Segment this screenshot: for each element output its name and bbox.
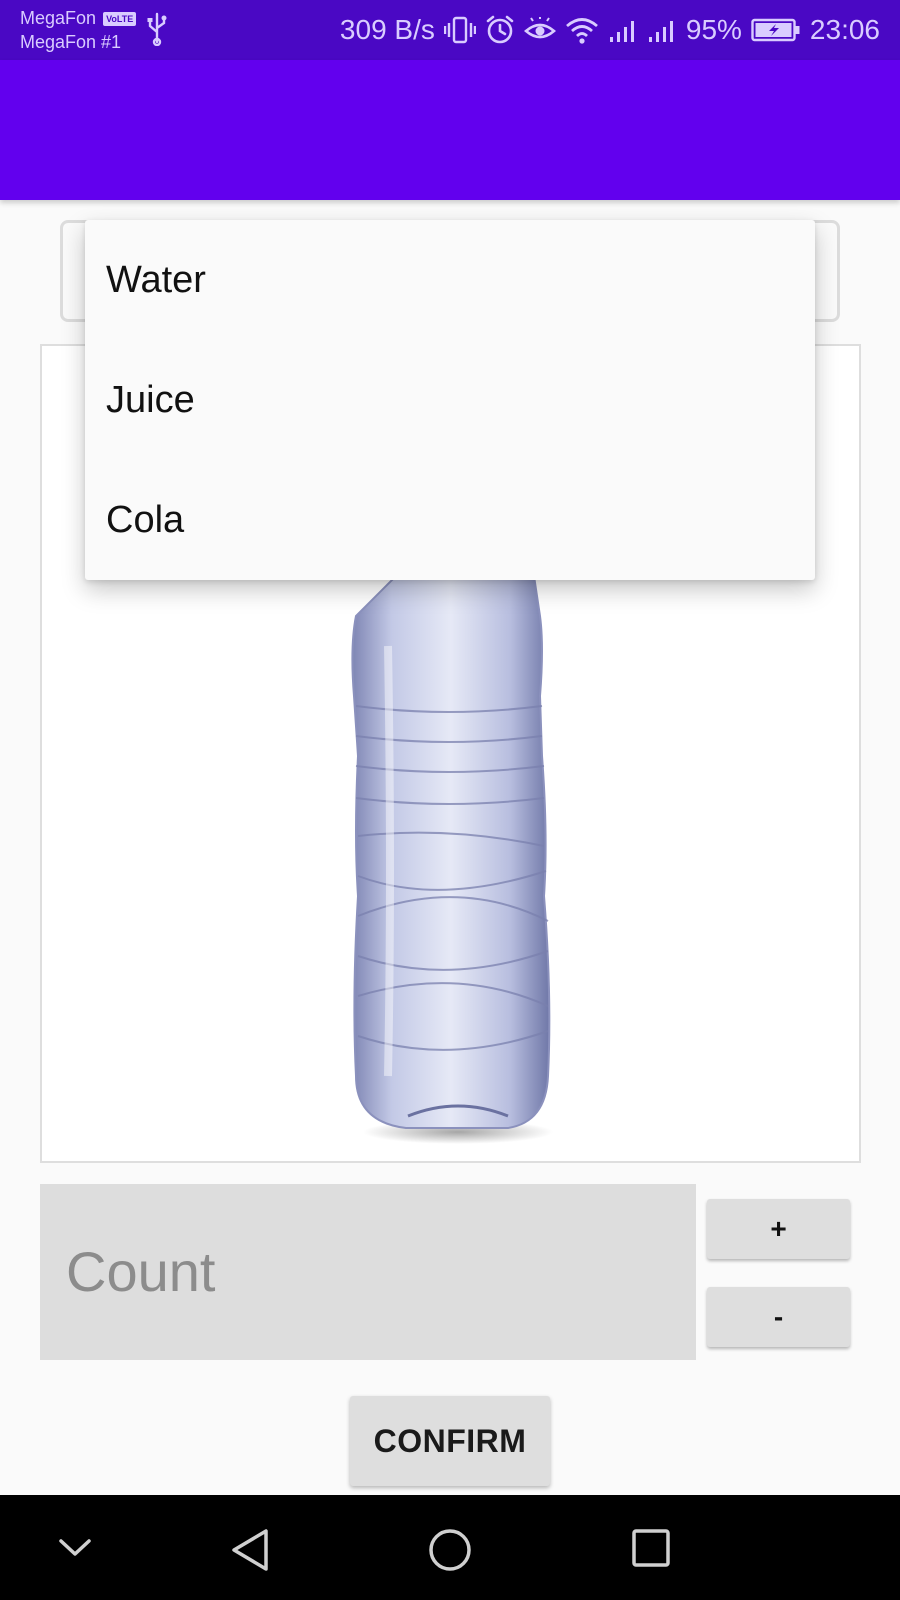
- carrier-secondary: MegaFon #1: [20, 32, 122, 52]
- usb-icon: [147, 12, 167, 46]
- vibrate-icon: [443, 16, 476, 44]
- signal-sim1-icon: [609, 21, 634, 42]
- navigation-bar: [0, 1495, 900, 1600]
- app-bar: [0, 60, 900, 200]
- status-bar: MegaFon VoLTE MegaFon #1 309 B/s 95% 23:…: [0, 0, 900, 60]
- status-indicators: 309 B/s 95% 23:06: [340, 0, 880, 60]
- battery-charging-icon: [751, 18, 800, 42]
- dropdown-option-juice[interactable]: Juice: [85, 340, 815, 460]
- alarm-icon: [486, 15, 514, 44]
- volte-badge: VoLTE: [103, 12, 137, 26]
- water-bottle-image: [351, 576, 553, 1144]
- carrier-primary: MegaFon: [20, 8, 97, 28]
- increment-button[interactable]: +: [707, 1199, 850, 1259]
- decrement-button[interactable]: -: [707, 1287, 850, 1347]
- battery-percent: 95%: [685, 14, 742, 45]
- signal-sim2-icon: [648, 21, 673, 42]
- carrier-info: MegaFon VoLTE MegaFon #1: [20, 6, 137, 54]
- back-icon[interactable]: [228, 1527, 274, 1573]
- eye-comfort-icon: [523, 17, 556, 39]
- confirm-button[interactable]: CONFIRM: [350, 1396, 550, 1486]
- network-speed: 309 B/s: [339, 14, 435, 45]
- clock: 23:06: [809, 14, 880, 45]
- drink-dropdown-menu: Water Juice Cola: [85, 220, 815, 580]
- wifi-icon: [565, 18, 598, 44]
- home-icon[interactable]: [427, 1527, 473, 1573]
- recents-icon[interactable]: [630, 1527, 672, 1569]
- count-placeholder: Count: [66, 1240, 216, 1303]
- dropdown-option-water[interactable]: Water: [85, 220, 815, 340]
- dropdown-option-cola[interactable]: Cola: [85, 460, 815, 580]
- count-input[interactable]: Count: [40, 1184, 696, 1360]
- collapse-chevron-icon[interactable]: [55, 1527, 95, 1567]
